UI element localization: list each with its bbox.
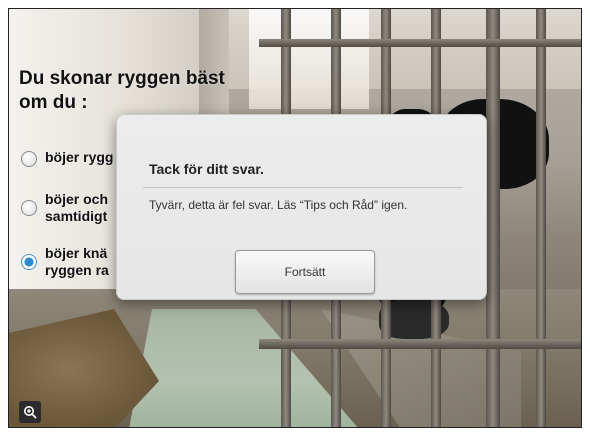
feedback-dialog: Tack för ditt svar. Tyvärr, detta är fel… [116,114,487,300]
continue-button[interactable]: Fortsätt [235,250,375,294]
feed-rail [259,339,581,349]
zoom-button[interactable] [19,401,41,423]
question-line-1: Du skonar ryggen bäst [19,68,225,89]
radio-button[interactable] [21,200,37,216]
stall-rail [259,39,581,47]
dialog-divider [143,187,463,188]
zoom-in-icon [24,406,37,419]
radio-button[interactable] [21,151,37,167]
radio-button-selected[interactable] [21,254,37,270]
stall-bar [536,9,546,427]
question-line-2: om du : [19,92,88,113]
stall-bar [486,9,500,427]
dialog-message: Tyvärr, detta är fel svar. Läs “Tips och… [149,198,408,212]
dialog-title: Tack för ditt svar. [149,161,264,177]
question-text: Du skonar ryggen bäst om du : [19,67,225,115]
